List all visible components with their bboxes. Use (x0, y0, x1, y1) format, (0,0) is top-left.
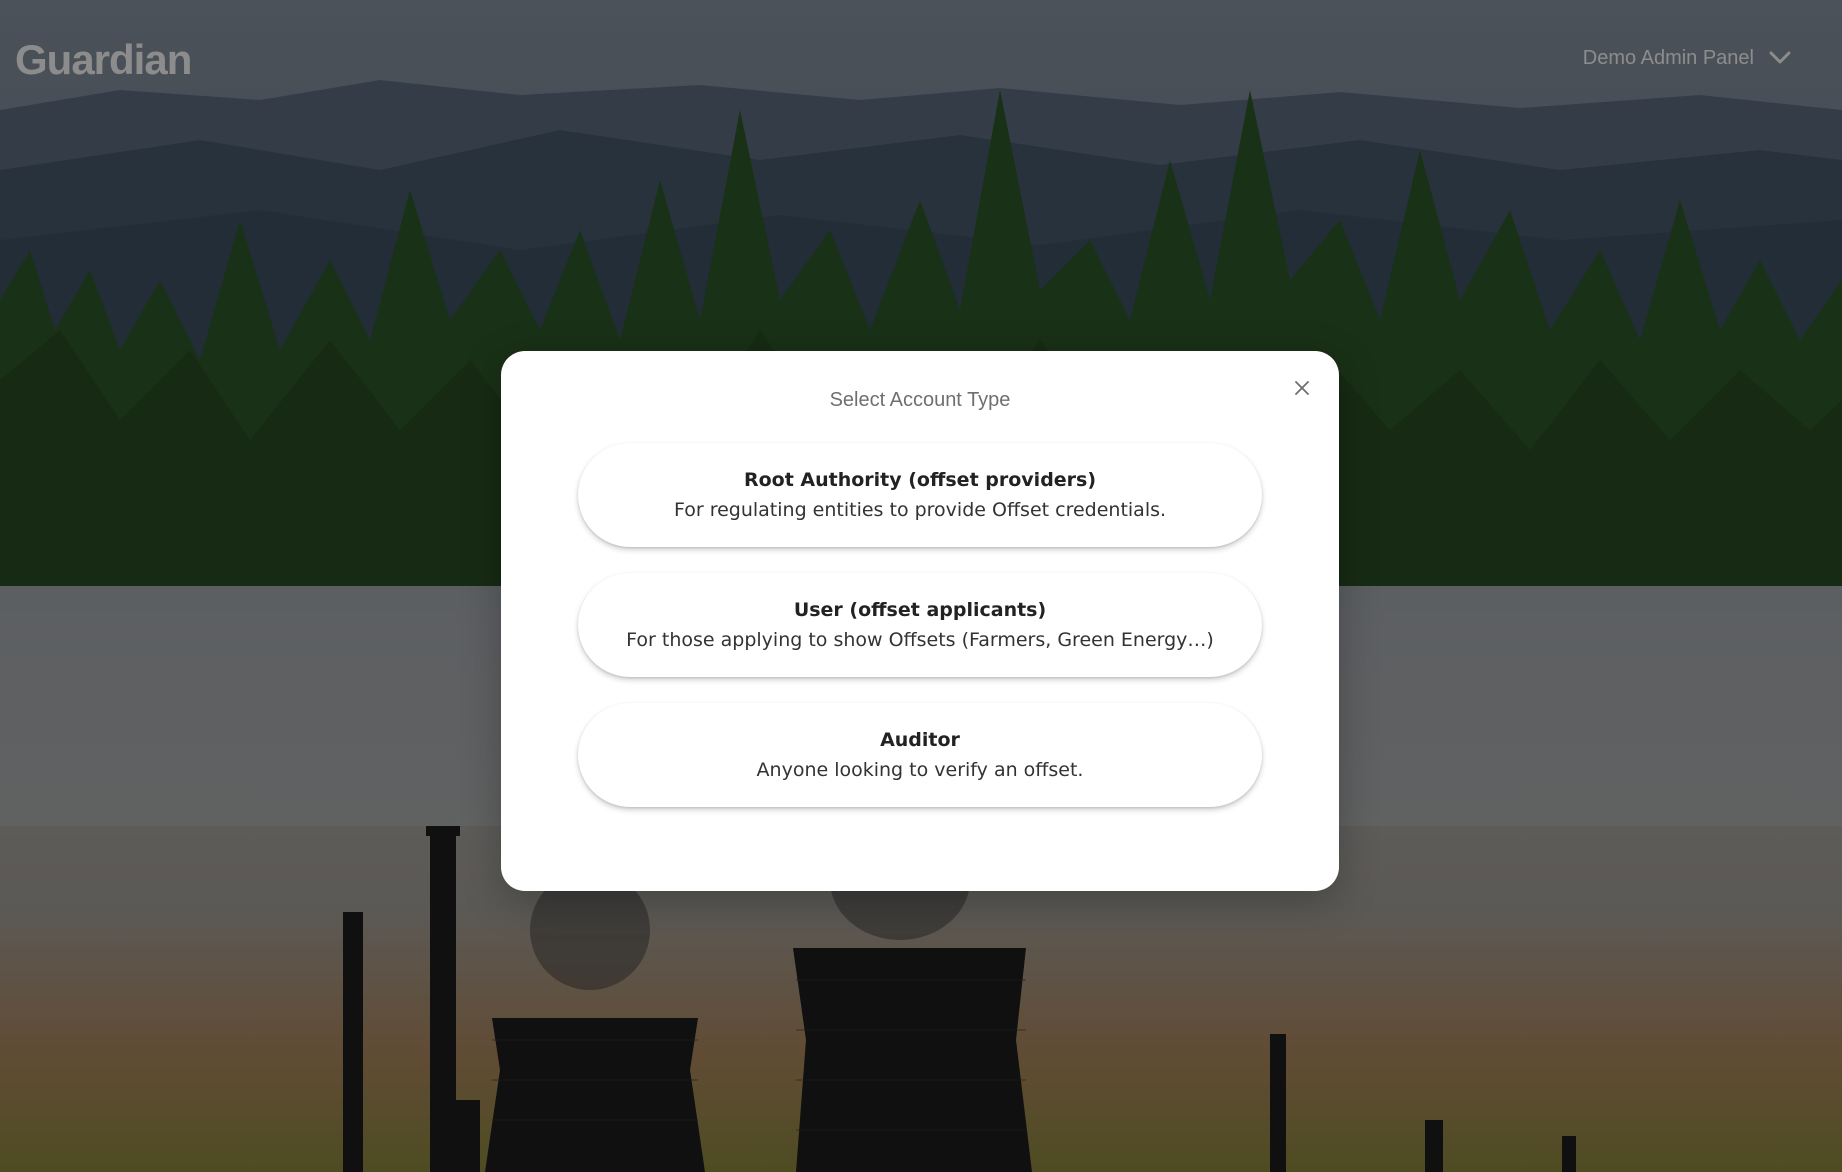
root-authority-option[interactable]: Root Authority (offset providers) For re… (578, 443, 1262, 547)
account-type-options: Root Authority (offset providers) For re… (578, 443, 1262, 833)
auditor-option[interactable]: Auditor Anyone looking to verify an offs… (578, 703, 1262, 807)
page: Guardian Demo Admin Panel Select Account… (0, 0, 1842, 1172)
option-title: Auditor (880, 729, 960, 751)
close-icon (1295, 381, 1309, 395)
close-button[interactable] (1287, 373, 1317, 403)
option-title: User (offset applicants) (793, 599, 1047, 621)
option-description: Anyone looking to verify an offset. (756, 759, 1084, 781)
option-title: Root Authority (offset providers) (743, 469, 1097, 491)
dialog-title: Select Account Type (829, 389, 1011, 411)
option-description: For those applying to show Offsets (Farm… (626, 629, 1214, 651)
option-description: For regulating entities to provide Offse… (673, 499, 1167, 521)
account-type-dialog: Select Account Type Root Authority (offs… (501, 351, 1339, 891)
user-option[interactable]: User (offset applicants) For those apply… (578, 573, 1262, 677)
